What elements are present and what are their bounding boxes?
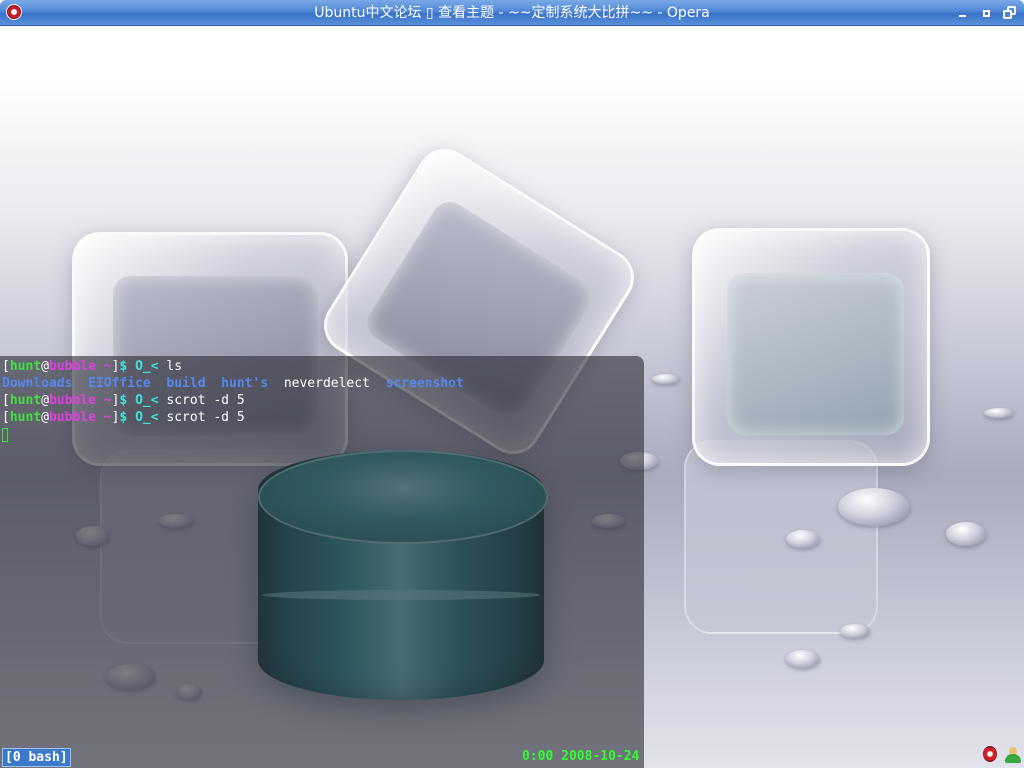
maximize-icon (982, 10, 990, 17)
terminal-prompt-line: [hunt@bubble ~]$ O_< ls (2, 358, 644, 375)
minimize-icon (958, 15, 966, 17)
wallpaper-cube-reflection (684, 440, 878, 634)
prompt-command: scrot -d 5 (158, 393, 245, 408)
window-titlebar[interactable]: Ubuntu中文论坛 ▯ 查看主题 - ~~定制系统大比拼~~ - Opera (0, 0, 1024, 26)
maximize-button[interactable] (978, 5, 994, 21)
restore-icon (1003, 6, 1017, 20)
restore-button[interactable] (1001, 5, 1019, 21)
terminal-prompt-line: [hunt@bubble ~]$ O_< scrot -d 5 (2, 392, 644, 409)
wallpaper-droplet (840, 624, 870, 638)
prompt-dir: ~ (95, 410, 112, 425)
prompt-bracket-open: [ (2, 393, 10, 408)
wallpaper-droplet (984, 408, 1014, 418)
desktop: Ubuntu中文论坛 ▯ 查看主题 - ~~定制系统大比拼~~ - Opera … (0, 0, 1024, 768)
prompt-host: bubble (48, 410, 96, 425)
opera-icon[interactable] (983, 746, 997, 762)
ls-directory-entry: EIOffice (88, 376, 151, 391)
prompt-at: @ (41, 359, 49, 374)
terminal-input-line[interactable] (2, 426, 644, 443)
window-title: Ubuntu中文论坛 ▯ 查看主题 - ~~定制系统大比拼~~ - Opera (314, 5, 710, 21)
prompt-host: bubble (48, 359, 96, 374)
terminal-output: [hunt@bubble ~]$ O_< ls Downloads EIOffic… (2, 358, 644, 426)
minimize-button[interactable] (954, 5, 970, 21)
wallpaper-droplet (786, 530, 820, 548)
prompt-command: scrot -d 5 (158, 410, 245, 425)
prompt-at: @ (41, 393, 49, 408)
prompt-host: bubble (48, 393, 96, 408)
prompt-user: hunt (9, 359, 42, 374)
status-clock: 0:00 2008-10-24 (522, 749, 640, 764)
wallpaper-cube (692, 228, 930, 466)
prompt-user: hunt (9, 410, 42, 425)
prompt-user: hunt (9, 393, 42, 408)
terminal-prompt-line: [hunt@bubble ~]$ O_< scrot -d 5 (2, 409, 644, 426)
wallpaper-droplet (786, 650, 820, 668)
ls-directory-entry: build (166, 376, 206, 391)
prompt-symbol: $ O_< (119, 359, 159, 374)
terminal-ls-output: Downloads EIOffice build hunt's neverdel… (2, 375, 644, 392)
ls-directory-entry: hunt's (221, 376, 269, 391)
wallpaper-droplet (838, 488, 910, 526)
prompt-dir: ~ (95, 359, 112, 374)
ls-directory-entry: screenshot (385, 376, 464, 391)
prompt-command: ls (158, 359, 183, 374)
terminal-cursor (2, 427, 8, 442)
wallpaper-droplet (946, 522, 986, 546)
ls-file-entry: neverdelect (283, 376, 370, 391)
wallpaper-droplet (652, 374, 680, 384)
user-icon[interactable] (1003, 746, 1021, 764)
prompt-symbol: $ O_< (119, 393, 159, 408)
prompt-symbol: $ O_< (119, 410, 159, 425)
prompt-bracket-open: [ (2, 359, 10, 374)
prompt-bracket-open: [ (2, 410, 10, 425)
ls-directory-entry: Downloads (2, 376, 73, 391)
screen-window-tab[interactable]: [0 bash] (2, 748, 71, 767)
prompt-dir: ~ (95, 393, 112, 408)
prompt-at: @ (41, 410, 49, 425)
terminal-window[interactable]: [hunt@bubble ~]$ O_< ls Downloads EIOffic… (0, 356, 644, 768)
